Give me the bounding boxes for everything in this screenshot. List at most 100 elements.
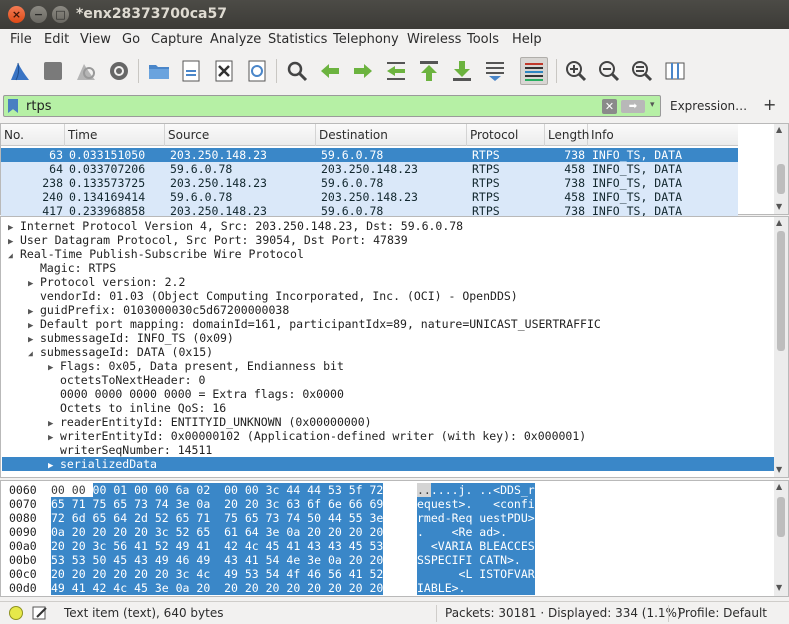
column-header-length[interactable]: Length [545,124,589,146]
byte-ascii[interactable]: IABLE>. [417,581,535,595]
byte-ascii[interactable]: . <Re ad>. [417,525,535,539]
detail-tree-item[interactable]: ▶ guidPrefix: 0103000030c5d67200000038 [2,303,774,317]
menu-tools[interactable]: Tools [467,32,499,47]
detail-tree-item[interactable]: Magic: RTPS [2,261,774,275]
display-filter-input[interactable] [26,97,596,115]
close-file-icon[interactable] [210,57,238,85]
byte-ascii[interactable]: SSPECIFI CATN>. [417,553,535,567]
detail-tree-item[interactable]: writerSeqNumber: 14511 [2,443,774,457]
menu-capture[interactable]: Capture [151,32,203,47]
detail-tree-item[interactable]: ◢ Real-Time Publish-Subscribe Wire Protoc… [2,247,774,261]
column-header-no[interactable]: No. [1,124,65,146]
stop-square-icon[interactable] [39,57,67,85]
add-filter-button[interactable]: + [763,95,776,114]
detail-tree-item[interactable]: ▶ readerEntityId: ENTITYID_UNKNOWN (0x000… [2,415,774,429]
restart-fin-icon[interactable] [72,57,100,85]
byte-hex[interactable]: 53 53 50 45 43 49 46 49 43 41 54 4e 3e 0… [51,553,384,567]
find-magnifier-icon[interactable] [283,57,311,85]
detail-tree-item[interactable]: octetsToNextHeader: 0 [2,373,774,387]
column-header-destination[interactable]: Destination [316,124,467,146]
scrollbar-thumb[interactable] [777,497,785,537]
packet-row[interactable]: 64 0.033707206 59.6.0.78 203.250.148.23 RTPS… [1,162,738,176]
scrollbar-thumb[interactable] [777,231,785,351]
byte-ascii[interactable]: <L ISTOFVAR [417,567,535,581]
close-window-button[interactable]: × [8,6,25,23]
packet-row[interactable]: 240 0.134169414 59.6.0.78 203.250.148.23 RTP… [1,190,738,204]
detail-tree-item[interactable]: ▶ Default port mapping: domainId=161, par… [2,317,774,331]
detail-tree-item[interactable]: ◢ submessageId: DATA (0x15) [2,345,774,359]
byte-hex[interactable]: 65 71 75 65 73 74 3e 0a 20 20 3c 63 6f 6… [51,497,384,511]
detail-tree-item[interactable]: ▶ Flags: 0x05, Data present, Endianness b… [2,359,774,373]
byte-hex[interactable]: 20 20 3c 56 41 52 49 41 42 4c 45 41 43 4… [51,539,384,553]
capture-comment-icon[interactable] [32,605,48,624]
byte-ascii[interactable]: ......j. ..<DDS_r [417,483,535,497]
detail-tree-item[interactable]: ▶ User Datagram Protocol, Src Port: 39054… [2,233,774,247]
filter-history-dropdown-icon[interactable]: ▾ [650,100,655,110]
byte-hex[interactable]: 0a 20 20 20 20 3c 52 65 61 64 3e 0a 20 2… [51,525,384,539]
scroll-up-arrow-icon[interactable]: ▲ [776,482,782,491]
menu-help[interactable]: Help [512,32,542,47]
reload-icon[interactable] [243,57,271,85]
menu-file[interactable]: File [10,32,32,47]
detail-tree-item[interactable]: Octets to inline QoS: 16 [2,401,774,415]
detail-tree-item[interactable]: 0000 0000 0000 0000 = Extra flags: 0x000… [2,387,774,401]
colorize-icon[interactable] [520,57,548,85]
byte-ascii[interactable]: <VARIA BLEACCES [417,539,535,553]
expression-button[interactable]: Expression… [670,99,747,113]
menu-wireless[interactable]: Wireless [407,32,461,47]
detail-tree-item[interactable]: ▶ submessageId: INFO_TS (0x09) [2,331,774,345]
menu-go[interactable]: Go [122,32,140,47]
detail-tree-item[interactable]: vendorId: 01.03 (Object Computing Incorp… [2,289,774,303]
detail-tree-item[interactable]: ▶ Protocol version: 2.2 [2,275,774,289]
go-back-icon[interactable] [316,57,344,85]
menu-telephony[interactable]: Telephony [333,32,399,47]
byte-ascii[interactable]: equest>. <confi [417,497,535,511]
byte-hex[interactable]: 49 41 42 4c 45 3e 0a 20 20 20 20 20 20 2… [51,581,384,595]
clear-filter-icon[interactable]: ✕ [602,99,617,114]
autoscroll-icon[interactable] [481,57,509,85]
details-scrollbar[interactable]: ▲ ▼ [774,217,788,477]
column-header-source[interactable]: Source [165,124,316,146]
go-forward-icon[interactable] [349,57,377,85]
resize-columns-icon[interactable] [661,57,689,85]
gear-options-icon[interactable] [105,57,133,85]
minimize-window-button[interactable]: − [30,6,47,23]
byte-hex[interactable]: 72 6d 65 64 2d 52 65 71 75 65 73 74 50 4… [51,511,384,525]
scroll-down-arrow-icon[interactable]: ▼ [776,202,782,211]
byte-hex[interactable]: 00 00 00 01 00 00 6a 02 00 00 3c 44 44 5… [51,483,384,497]
column-header-info[interactable]: Info [588,124,738,146]
bookmark-icon[interactable] [8,99,18,113]
menu-view[interactable]: View [80,32,111,47]
detail-tree-item[interactable]: ▶ Internet Protocol Version 4, Src: 203.2… [2,219,774,233]
zoom-out-icon[interactable] [595,57,623,85]
status-profile[interactable]: Profile: Default [678,606,767,620]
menu-edit[interactable]: Edit [44,32,69,47]
scroll-up-arrow-icon[interactable]: ▲ [776,125,782,134]
packet-list-scrollbar[interactable]: ▲ ▼ [774,124,788,214]
scroll-down-arrow-icon[interactable]: ▼ [776,583,782,592]
column-header-protocol[interactable]: Protocol [467,124,545,146]
column-header-time[interactable]: Time [65,124,165,146]
last-packet-icon[interactable] [448,57,476,85]
scroll-up-arrow-icon[interactable]: ▲ [776,218,782,227]
zoom-in-icon[interactable] [562,57,590,85]
open-folder-icon[interactable] [145,57,173,85]
detail-tree-item[interactable]: ▶ writerEntityId: 0x00000102 (Application… [2,429,774,443]
normal-size-icon[interactable] [628,57,656,85]
detail-tree-item[interactable]: ▶ serializedData [2,457,774,471]
bytes-scrollbar[interactable]: ▲ ▼ [774,481,788,596]
menu-analyze[interactable]: Analyze [210,32,261,47]
expand-arrow-icon[interactable]: ▶ [48,459,60,473]
scroll-down-arrow-icon[interactable]: ▼ [776,465,782,474]
expert-info-icon[interactable] [9,606,23,620]
go-to-packet-icon[interactable] [382,57,410,85]
packet-row[interactable]: 63 0.033151050 203.250.148.23 59.6.0.78 RTPS… [1,148,738,162]
apply-filter-icon[interactable]: ➡ [621,100,645,113]
save-file-icon[interactable] [177,57,205,85]
byte-hex[interactable]: 20 20 20 20 20 20 3c 4c 49 53 54 4f 46 5… [51,567,384,581]
shark-fin-start-icon[interactable] [6,57,34,85]
menu-statistics[interactable]: Statistics [268,32,327,47]
first-packet-icon[interactable] [415,57,443,85]
scrollbar-thumb[interactable] [777,164,785,194]
packet-row[interactable]: 238 0.133573725 203.250.148.23 59.6.0.78 RTP… [1,176,738,190]
